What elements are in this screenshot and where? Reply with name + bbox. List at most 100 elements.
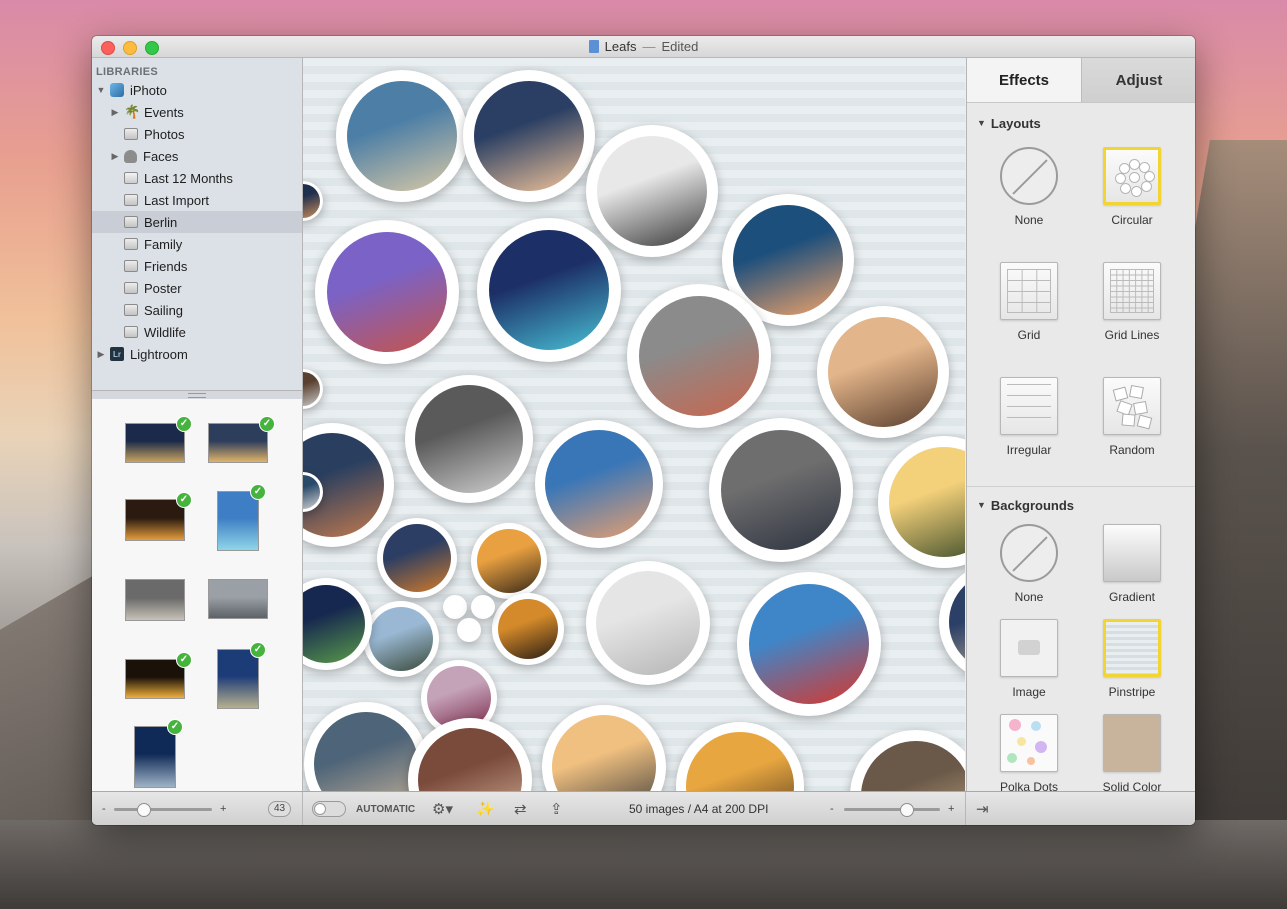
photo-bubble[interactable] (586, 561, 710, 685)
photo-bubble[interactable] (336, 70, 468, 202)
sidebar-item-faces[interactable]: ▶ Faces (92, 145, 302, 167)
shuffle-icon[interactable]: ⇄ (514, 792, 527, 825)
photo-bubble[interactable] (627, 284, 771, 428)
sidebar-item-last-import[interactable]: Last Import (92, 189, 302, 211)
photo-bubble[interactable] (477, 218, 621, 362)
photo-bubble[interactable] (463, 70, 595, 202)
photo-bubble[interactable] (939, 562, 965, 682)
photo-bubble[interactable] (408, 718, 532, 791)
photo-thumbnail[interactable] (208, 579, 268, 619)
photo-thumbnail[interactable] (125, 579, 185, 621)
photo-bubble[interactable] (535, 420, 663, 548)
photo-bubble[interactable] (492, 593, 564, 665)
zoom-window-button[interactable] (145, 41, 159, 55)
tab-effects[interactable]: Effects (967, 58, 1081, 102)
sidebar-item-last-12-months[interactable]: Last 12 Months (92, 167, 302, 189)
canvas-zoom-slider[interactable] (844, 792, 940, 825)
layout-option-random[interactable]: Random (1082, 377, 1182, 457)
sidebar-item-family[interactable]: Family (92, 233, 302, 255)
layout-option-circular[interactable]: Circular (1082, 147, 1182, 227)
photo-bubble[interactable] (878, 436, 965, 568)
background-option-polka-dots[interactable]: Polka Dots (979, 714, 1079, 794)
photo-bubble[interactable] (363, 601, 439, 677)
thumb-zoom-in-label[interactable]: + (220, 792, 226, 825)
disclosure-right-icon[interactable]: ▶ (110, 107, 120, 118)
photo-bubble[interactable] (542, 705, 666, 791)
photo-bubble[interactable] (443, 595, 467, 619)
background-option-gradient[interactable]: Gradient (1082, 524, 1182, 604)
disclosure-right-icon[interactable]: ▶ (110, 151, 120, 162)
disclosure-down-icon: ▼ (977, 500, 986, 510)
sidebar-item-sailing[interactable]: Sailing (92, 299, 302, 321)
thumb-zoom-out-label[interactable]: - (102, 792, 106, 825)
gradient-background-icon (1103, 524, 1161, 582)
close-window-button[interactable] (101, 41, 115, 55)
sidebar-item-wildlife[interactable]: Wildlife (92, 321, 302, 343)
tab-adjust[interactable]: Adjust (1081, 58, 1195, 102)
background-option-pinstripe[interactable]: Pinstripe (1082, 619, 1182, 699)
gear-menu-icon[interactable]: ⚙▾ (432, 792, 453, 825)
photo-thumbnail[interactable] (125, 659, 185, 699)
photo-bubble[interactable] (586, 125, 718, 257)
canvas-zoom-knob[interactable] (900, 802, 915, 817)
photo-bubble[interactable] (377, 518, 457, 598)
photo-bubble[interactable] (471, 595, 495, 619)
minimize-window-button[interactable] (123, 41, 137, 55)
photo-thumbnail[interactable] (134, 726, 176, 788)
photo-thumbnail[interactable] (208, 423, 268, 463)
photo-bubble[interactable] (817, 306, 949, 438)
sidebar-item-events[interactable]: ▶ 🌴 Events (92, 101, 302, 123)
toggle-inspector-icon[interactable]: ⇥ (976, 792, 989, 825)
layout-option-grid-lines[interactable]: Grid Lines (1082, 262, 1182, 342)
background-option-image[interactable]: Image (979, 619, 1079, 699)
sidebar-item-photos[interactable]: Photos (92, 123, 302, 145)
layout-option-none[interactable]: None (979, 147, 1079, 227)
none-icon (1000, 147, 1058, 205)
layout-option-label: None (1014, 213, 1044, 227)
bubble-photo (949, 572, 965, 672)
automatic-toggle[interactable] (312, 801, 346, 817)
photo-bubble[interactable] (676, 722, 804, 791)
background-option-solid-color[interactable]: Solid Color (1082, 714, 1182, 794)
thumb-zoom-knob[interactable] (137, 802, 152, 817)
photo-bubble[interactable] (303, 369, 323, 409)
polka-dot (1031, 721, 1041, 731)
sidebar-item-iphoto[interactable]: ▼ iPhoto (92, 79, 302, 101)
photo-thumbnail[interactable] (217, 649, 259, 709)
document-icon[interactable] (588, 40, 599, 53)
sidebar-item-lightroom[interactable]: ▶ Lr Lightroom (92, 343, 302, 365)
share-icon[interactable]: ⇪ (550, 792, 563, 825)
photo-bubble[interactable] (471, 523, 547, 599)
layout-option-irregular[interactable]: Irregular (979, 377, 1079, 457)
background-option-none[interactable]: None (979, 524, 1079, 604)
layout-canvas[interactable] (303, 58, 965, 791)
photo-bubble[interactable] (457, 618, 481, 642)
background-option-label: Pinstripe (1108, 685, 1156, 699)
layouts-header[interactable]: ▼ Layouts (967, 112, 1195, 134)
thumb-zoom-slider[interactable] (114, 792, 212, 825)
disclosure-down-icon[interactable]: ▼ (96, 85, 106, 95)
sidebar-item-poster[interactable]: Poster (92, 277, 302, 299)
photo-bubble[interactable] (737, 572, 881, 716)
sidebar-item-friends[interactable]: Friends (92, 255, 302, 277)
magic-wand-icon[interactable]: ✨ (476, 792, 495, 825)
photo-thumbnail[interactable] (217, 491, 259, 551)
photo-bubble[interactable] (850, 730, 965, 791)
photo-bubble[interactable] (405, 375, 533, 503)
disclosure-right-icon[interactable]: ▶ (96, 349, 106, 360)
canvas-zoom-out-label[interactable]: - (830, 792, 834, 825)
photo-thumbnail[interactable] (125, 499, 185, 541)
photo-bubble[interactable] (315, 220, 459, 364)
photo-bubble[interactable] (303, 181, 323, 221)
canvas-zoom-in-label[interactable]: + (948, 792, 954, 825)
sidebar-item-berlin[interactable]: Berlin (92, 211, 302, 233)
photo-bubble[interactable] (303, 578, 372, 670)
backgrounds-header[interactable]: ▼ Backgrounds (967, 494, 1195, 516)
polka-dot (1007, 753, 1017, 763)
toolbar-separator (302, 792, 303, 825)
photo-thumbnail[interactable] (125, 423, 185, 463)
layout-option-grid[interactable]: Grid (979, 262, 1079, 342)
layouts-group: ▼ Layouts (967, 112, 1195, 134)
photo-bubble[interactable] (709, 418, 853, 562)
bubble-photo (477, 529, 541, 593)
